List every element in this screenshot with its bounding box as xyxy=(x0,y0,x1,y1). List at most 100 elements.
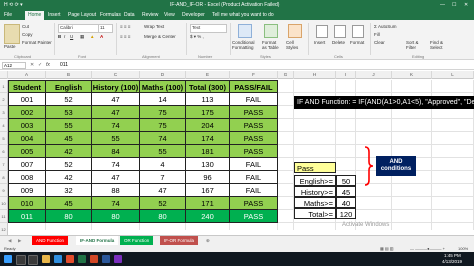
font-size-select[interactable]: 11 xyxy=(98,24,113,33)
table-cell[interactable]: 47 xyxy=(92,106,140,119)
table-cell[interactable]: 53 xyxy=(46,106,92,119)
tab-file[interactable]: File xyxy=(4,11,12,20)
table-header-cell[interactable]: Total (300) xyxy=(186,80,230,93)
table-cell[interactable]: 007 xyxy=(8,158,46,171)
table-cell[interactable]: 171 xyxy=(186,197,230,210)
paste-icon[interactable] xyxy=(4,24,20,44)
select-all-corner[interactable] xyxy=(0,71,8,79)
result-cell[interactable]: FAIL xyxy=(230,93,278,106)
search-icon[interactable] xyxy=(16,255,26,265)
pass-mark-label[interactable]: English>= xyxy=(294,175,336,186)
table-cell[interactable]: 113 xyxy=(186,93,230,106)
merge-center-button[interactable]: Merge & Center xyxy=(144,34,176,39)
conditional-formatting-icon[interactable] xyxy=(238,24,252,38)
table-cell[interactable]: 52 xyxy=(46,93,92,106)
result-cell[interactable]: PASS xyxy=(230,197,278,210)
tab-home[interactable]: Home xyxy=(25,11,45,20)
currency-icon[interactable]: $ ▾ % , xyxy=(190,34,204,40)
row-header[interactable]: 6 xyxy=(0,145,8,158)
table-cell[interactable]: 45 xyxy=(46,197,92,210)
table-cell[interactable]: 55 xyxy=(46,119,92,132)
table-cell[interactable]: 75 xyxy=(140,119,186,132)
table-cell[interactable]: 009 xyxy=(8,184,46,197)
column-header-d[interactable]: D xyxy=(140,71,186,79)
file-explorer-icon[interactable] xyxy=(42,255,50,263)
sheet-tab-or-function[interactable]: OR Function xyxy=(120,236,154,245)
pass-mark-value[interactable]: 40 xyxy=(336,197,356,208)
table-cell[interactable]: 130 xyxy=(186,158,230,171)
enter-icon[interactable]: ✓ xyxy=(38,62,42,68)
find-select-button[interactable]: Find & Select xyxy=(430,40,450,50)
table-header-cell[interactable]: PASS/FAIL xyxy=(230,80,278,93)
pass-mark-label[interactable]: History>= xyxy=(294,186,336,197)
wrap-text-button[interactable]: Wrap Text xyxy=(144,24,164,29)
table-cell[interactable]: 008 xyxy=(8,171,46,184)
table-cell[interactable]: 80 xyxy=(140,210,186,223)
result-cell[interactable]: FAIL xyxy=(230,158,278,171)
format-as-table-button[interactable]: Format as Table xyxy=(262,40,282,50)
table-cell[interactable]: 74 xyxy=(92,197,140,210)
format-painter-button[interactable]: Format Painter xyxy=(22,40,52,45)
sheet-tab-and-function[interactable]: AND Function xyxy=(32,236,69,245)
table-cell[interactable]: 84 xyxy=(92,145,140,158)
quick-access-toolbar[interactable]: H ⟲ ⟳ ▾ xyxy=(4,0,23,10)
column-header-i[interactable]: I xyxy=(336,71,356,79)
table-cell[interactable]: 174 xyxy=(186,132,230,145)
fx-button[interactable]: fx xyxy=(46,62,50,68)
format-cells-button[interactable]: Format xyxy=(350,40,364,45)
align-top-icon[interactable]: ≡ ≡ ≡ xyxy=(120,24,130,29)
table-cell[interactable]: 96 xyxy=(186,171,230,184)
cell-styles-button[interactable]: Cell Styles xyxy=(286,40,304,50)
format-as-table-icon[interactable] xyxy=(264,24,278,38)
table-cell[interactable]: 010 xyxy=(8,197,46,210)
sheet-nav-next-icon[interactable]: ▶ xyxy=(14,236,25,245)
table-cell[interactable]: 47 xyxy=(140,184,186,197)
underline-button[interactable]: U xyxy=(70,34,73,39)
sort-filter-button[interactable]: Sort & Filter xyxy=(406,40,426,50)
paste-button[interactable]: Paste xyxy=(4,44,16,49)
column-header-a[interactable]: A xyxy=(8,71,46,79)
sheet-tab-if-or-formula[interactable]: IF-OR Formula xyxy=(160,236,199,245)
font-name-select[interactable]: Calibri xyxy=(58,24,99,33)
table-cell[interactable]: 55 xyxy=(92,132,140,145)
tab-data[interactable]: Data xyxy=(124,11,135,20)
result-cell[interactable]: PASS xyxy=(230,132,278,145)
result-cell[interactable]: PASS xyxy=(230,119,278,132)
chrome-icon[interactable] xyxy=(66,255,74,263)
pass-mark-value[interactable]: 50 xyxy=(336,175,356,186)
table-cell[interactable]: 75 xyxy=(140,106,186,119)
bold-button[interactable]: B xyxy=(58,34,61,39)
formula-input[interactable]: 011 xyxy=(60,62,68,68)
tab-insert[interactable]: Insert xyxy=(48,11,61,20)
table-cell[interactable]: 80 xyxy=(92,210,140,223)
table-cell[interactable]: 167 xyxy=(186,184,230,197)
minimize-icon[interactable]: — xyxy=(440,0,445,10)
start-icon[interactable] xyxy=(4,255,12,263)
fill-button[interactable]: Fill xyxy=(374,32,380,37)
table-cell[interactable]: 005 xyxy=(8,145,46,158)
table-header-cell[interactable]: English (100) xyxy=(46,80,92,105)
column-header-g[interactable]: G xyxy=(278,71,294,79)
tab-view[interactable]: View xyxy=(164,11,175,20)
pass-mark-label[interactable]: Total>= xyxy=(294,208,336,219)
pass-mark-value[interactable]: 45 xyxy=(336,186,356,197)
zoom-level[interactable]: 100% xyxy=(458,245,468,252)
row-header[interactable]: 1 xyxy=(0,80,8,93)
cut-button[interactable]: Cut xyxy=(22,24,29,29)
column-header-c[interactable]: C xyxy=(92,71,140,79)
pass-mark-label[interactable]: Maths>= xyxy=(294,197,336,208)
view-normal-icon[interactable]: ▦ ▤ ▥ xyxy=(380,245,394,252)
tab-formulas[interactable]: Formulas xyxy=(100,11,121,20)
table-cell[interactable]: 204 xyxy=(186,119,230,132)
tab-review[interactable]: Review xyxy=(142,11,158,20)
borders-icon[interactable]: ▦ xyxy=(80,34,84,40)
table-cell[interactable]: 80 xyxy=(46,210,92,223)
result-cell[interactable]: FAIL xyxy=(230,171,278,184)
column-header-l[interactable]: L xyxy=(432,71,474,79)
copy-button[interactable]: Copy xyxy=(22,32,33,37)
table-cell[interactable]: 47 xyxy=(92,171,140,184)
autosum-button[interactable]: Σ AutoSum xyxy=(374,24,397,29)
table-cell[interactable]: 52 xyxy=(140,197,186,210)
row-header[interactable]: 11 xyxy=(0,210,8,223)
row-header[interactable]: 9 xyxy=(0,184,8,197)
